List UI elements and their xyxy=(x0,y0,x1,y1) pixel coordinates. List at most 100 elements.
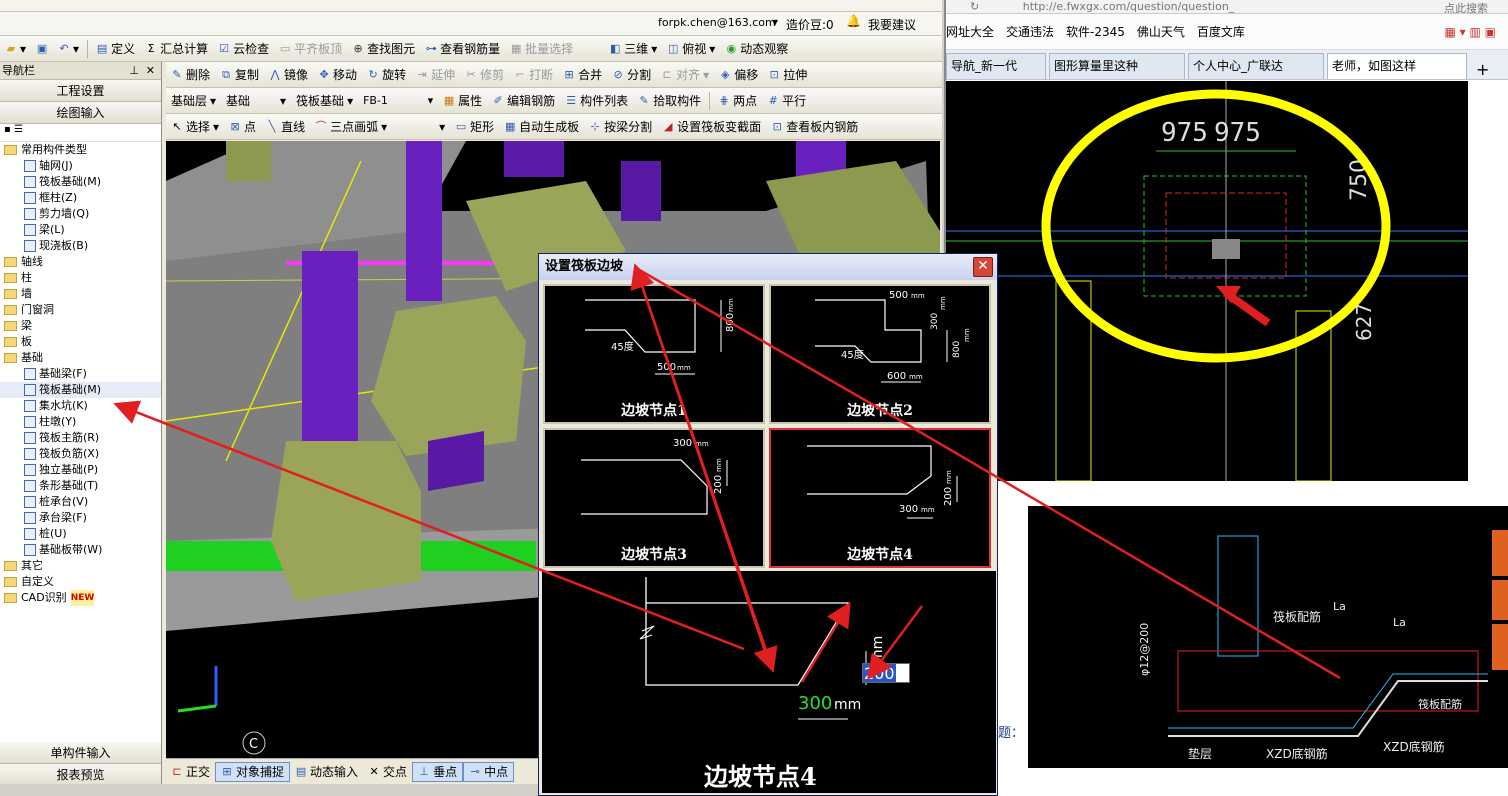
category-select[interactable]: 基础 ▾ xyxy=(221,91,291,111)
tree-folder[interactable]: 柱 xyxy=(0,270,161,286)
tree-item[interactable]: 现浇板(B) xyxy=(0,238,161,254)
tree-item[interactable]: 基础梁(F) xyxy=(0,366,161,382)
trim-button[interactable]: ✂ 修剪 xyxy=(460,65,509,85)
tree-folder[interactable]: 梁 xyxy=(0,318,161,334)
tree-folder[interactable]: 轴线 xyxy=(0,254,161,270)
tree-item[interactable]: 剪力墙(Q) xyxy=(0,206,161,222)
view-inner-rebar-button[interactable]: ⊡ 查看板内钢筋 xyxy=(766,117,863,137)
properties-button[interactable]: ▦ 属性 xyxy=(438,91,487,111)
flat-top-button[interactable]: ▭ 平齐板顶 xyxy=(274,39,347,59)
delete-button[interactable]: ✎ 删除 xyxy=(166,65,215,85)
side-float-button[interactable] xyxy=(1492,580,1508,620)
perpendicular-toggle[interactable]: ⊥ 垂点 xyxy=(412,761,464,782)
side-float-button[interactable] xyxy=(1492,624,1508,670)
beam-split-button[interactable]: ⊹ 按梁分割 xyxy=(584,117,657,137)
refresh-icon[interactable]: ↻ xyxy=(970,0,979,13)
define-button[interactable]: ▤ 定义 xyxy=(91,39,140,59)
split-button[interactable]: ⊘ 分割 xyxy=(607,65,656,85)
align-button[interactable]: ⊏ 对齐 ▾ xyxy=(656,65,714,85)
batch-select-button[interactable]: ▦ 批量选择 xyxy=(505,39,578,59)
bell-icon[interactable]: 🔔 xyxy=(846,14,861,28)
browser-tab[interactable]: 个人中心_广联达 xyxy=(1188,53,1324,79)
report-preview-button[interactable]: 报表预览 xyxy=(0,764,161,786)
copy-button[interactable]: ⧉ 复制 xyxy=(215,65,264,85)
view-3d-button[interactable]: ◧ 三维 ▾ xyxy=(604,39,662,59)
project-settings-button[interactable]: 工程设置 xyxy=(0,80,161,102)
browser-tab-active[interactable]: 老师，如图这样 xyxy=(1327,53,1467,79)
edit-rebar-button[interactable]: ✐ 编辑钢筋 xyxy=(487,91,560,111)
item-select[interactable]: FB-1 ▾ xyxy=(358,91,438,111)
slope-node-2[interactable]: 500 mm 45度 600 mm 300 mm 800 mm 边坡节点2 xyxy=(769,284,991,424)
search-field[interactable]: 点此搜索 xyxy=(1444,0,1488,16)
tree-item[interactable]: 承台梁(F) xyxy=(0,510,161,526)
extend-button[interactable]: ⇥ 延伸 xyxy=(411,65,460,85)
save-button[interactable]: ▣ xyxy=(31,39,53,59)
single-input-button[interactable]: 单构件输入 xyxy=(0,742,161,764)
ortho-toggle[interactable]: ⊏ 正交 xyxy=(166,762,215,782)
tree-item[interactable]: 基础板带(W) xyxy=(0,542,161,558)
element-list-button[interactable]: ☰ 构件列表 xyxy=(560,91,633,111)
layer-select[interactable]: 基础层 ▾ xyxy=(166,91,221,111)
stretch-button[interactable]: ⊡ 拉伸 xyxy=(763,65,812,85)
select-button[interactable]: ↖ 选择 ▾ xyxy=(166,117,224,137)
tree-item[interactable]: 轴网(J) xyxy=(0,158,161,174)
browser-tab[interactable]: 图形算量里这种 xyxy=(1049,53,1185,79)
intersect-toggle[interactable]: ✕ 交点 xyxy=(363,762,412,782)
tree-item[interactable]: 集水坑(K) xyxy=(0,398,161,414)
tree-item[interactable]: 筏板负筋(X) xyxy=(0,446,161,462)
close-button[interactable]: ✕ xyxy=(973,257,993,277)
break-button[interactable]: ⌐ 打断 xyxy=(509,65,558,85)
point-button[interactable]: ⊠ 点 xyxy=(224,117,261,137)
undo-button[interactable]: ↶ ▾ xyxy=(53,39,84,59)
pin-icon[interactable]: ⊥ xyxy=(129,62,139,80)
view-rebar-button[interactable]: ⊶ 查看钢筋量 xyxy=(420,39,505,59)
tree-item[interactable]: 柱墩(Y) xyxy=(0,414,161,430)
tree-folder[interactable]: 墙 xyxy=(0,286,161,302)
type-select[interactable]: 筏板基础 ▾ xyxy=(291,91,358,111)
midpoint-toggle[interactable]: ⊸ 中点 xyxy=(463,761,515,782)
tree-item[interactable]: 框柱(Z) xyxy=(0,190,161,206)
tree-item[interactable]: 筏板基础(M) xyxy=(0,174,161,190)
tree-item[interactable]: 筏板基础(M) xyxy=(0,382,161,398)
apps-icon[interactable]: ▦ ▾ ▥ ▣ xyxy=(1445,25,1496,39)
parallel-button[interactable]: # 平行 xyxy=(762,91,811,111)
suggest-link[interactable]: 我要建议 xyxy=(868,16,916,33)
tree-folder[interactable]: 门窗洞 xyxy=(0,302,161,318)
tree-folder[interactable]: 基础 xyxy=(0,350,161,366)
rect-button[interactable]: ▭ 矩形 xyxy=(450,117,499,137)
slope-node-3[interactable]: 300 mm 200 mm 边坡节点3 xyxy=(543,428,765,568)
tree-item[interactable]: 条形基础(T) xyxy=(0,478,161,494)
tree-folder[interactable]: CAD识别 NEW xyxy=(0,590,161,606)
tree-item[interactable]: 筏板主筋(R) xyxy=(0,430,161,446)
tree-folder[interactable]: 其它 xyxy=(0,558,161,574)
arc-button[interactable]: ⌒ 三点画弧 ▾ xyxy=(310,117,392,137)
move-button[interactable]: ✥ 移动 xyxy=(313,65,362,85)
draw-input-button[interactable]: 绘图输入 xyxy=(0,102,161,124)
slope-height-input[interactable] xyxy=(862,663,910,683)
tree-folder[interactable]: 板 xyxy=(0,334,161,350)
new-tab-icon[interactable]: + xyxy=(1470,60,1495,79)
two-point-button[interactable]: ⋕ 两点 xyxy=(713,91,762,111)
chevron-down-icon[interactable]: ▾ xyxy=(772,15,778,29)
slope-node-4-selected[interactable]: 300 mm 200 mm 边坡节点4 xyxy=(769,428,991,568)
tree-item[interactable]: 桩承台(V) xyxy=(0,494,161,510)
offset-button[interactable]: ◈ 偏移 xyxy=(714,65,763,85)
cloud-check-button[interactable]: ☑ 云检查 xyxy=(213,39,274,59)
browser-tab[interactable]: 导航_新一代 xyxy=(946,53,1046,79)
tree-item[interactable]: 梁(L) xyxy=(0,222,161,238)
tree-collapse-icon[interactable]: ▪ ☰ xyxy=(4,124,23,135)
merge-button[interactable]: ⊞ 合并 xyxy=(558,65,607,85)
favorite-link[interactable]: 网址大全 xyxy=(946,23,994,40)
blank-select[interactable]: ▾ xyxy=(392,117,450,137)
side-float-button[interactable] xyxy=(1492,530,1508,576)
sum-calc-button[interactable]: Σ 汇总计算 xyxy=(140,39,213,59)
object-snap-toggle[interactable]: ⊞ 对象捕捉 xyxy=(215,761,291,782)
favorite-link[interactable]: 交通违法 xyxy=(1006,23,1054,40)
pick-element-button[interactable]: ✎ 拾取构件 xyxy=(633,91,706,111)
tree-item[interactable]: 独立基础(P) xyxy=(0,462,161,478)
url-field[interactable]: http://e.fwxgx.com/question/question_ xyxy=(1023,0,1235,13)
auto-gen-button[interactable]: ▦ 自动生成板 xyxy=(499,117,584,137)
dynamic-input-toggle[interactable]: ▤ 动态输入 xyxy=(290,762,363,782)
rotate-button[interactable]: ↻ 旋转 xyxy=(362,65,411,85)
find-element-button[interactable]: ⊕ 查找图元 xyxy=(347,39,420,59)
